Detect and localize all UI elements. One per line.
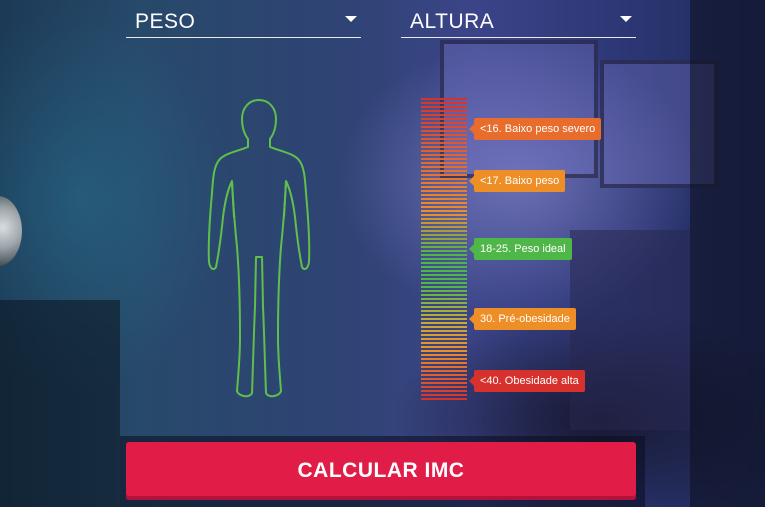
gauge-stripe bbox=[421, 302, 467, 304]
gauge-stripe bbox=[421, 386, 467, 388]
gauge-stripe bbox=[421, 390, 467, 392]
gauge-stripe bbox=[421, 278, 467, 280]
label-underweight: <17. Baixo peso bbox=[468, 170, 566, 192]
gauge-stripe bbox=[421, 198, 467, 200]
gauge-stripe bbox=[421, 298, 467, 300]
chevron-down-icon bbox=[345, 16, 357, 22]
gauge-stripe bbox=[421, 230, 467, 232]
gauge-stripe bbox=[421, 126, 467, 128]
gym-background bbox=[0, 0, 765, 507]
gauge-stripe bbox=[421, 214, 467, 216]
gauge-stripe bbox=[421, 306, 467, 308]
weight-select-value: PESO bbox=[135, 10, 196, 33]
gauge-stripe bbox=[421, 378, 467, 380]
gauge-stripe bbox=[421, 398, 467, 400]
gauge-stripe bbox=[421, 202, 467, 204]
gauge-stripe bbox=[421, 110, 467, 112]
gauge-stripe bbox=[421, 150, 467, 152]
weight-plate bbox=[0, 196, 22, 266]
gauge-stripe bbox=[421, 194, 467, 196]
gauge-stripe bbox=[421, 162, 467, 164]
gauge-stripe bbox=[421, 366, 467, 368]
gauge-stripe bbox=[421, 130, 467, 132]
gauge-stripe bbox=[421, 358, 467, 360]
gauge-stripe bbox=[421, 222, 467, 224]
gauge-stripe bbox=[421, 166, 467, 168]
gauge-stripe bbox=[421, 342, 467, 344]
gauge-stripe bbox=[421, 158, 467, 160]
gauge-stripe bbox=[421, 178, 467, 180]
gauge-stripe bbox=[421, 374, 467, 376]
gauge-stripe bbox=[421, 122, 467, 124]
gauge-stripe bbox=[421, 346, 467, 348]
gauge-stripe bbox=[421, 102, 467, 104]
gauge-stripe bbox=[421, 258, 467, 260]
chevron-down-icon bbox=[620, 16, 632, 22]
gauge-stripe bbox=[421, 98, 467, 100]
gauge-stripe bbox=[421, 182, 467, 184]
gauge-stripe bbox=[421, 314, 467, 316]
gauge-stripe bbox=[421, 238, 467, 240]
gauge-stripe bbox=[421, 330, 467, 332]
gauge-stripe bbox=[421, 246, 467, 248]
gauge-stripe bbox=[421, 114, 467, 116]
gauge-stripe bbox=[421, 270, 467, 272]
label-ideal-weight: 18-25. Peso ideal bbox=[469, 238, 572, 260]
gauge-stripe bbox=[421, 310, 467, 312]
label-severe-underweight: <16. Baixo peso severo bbox=[468, 118, 602, 140]
gauge-stripe bbox=[421, 154, 467, 156]
gauge-stripe bbox=[421, 226, 467, 228]
gauge-stripe bbox=[421, 118, 467, 120]
gauge-stripe bbox=[421, 234, 467, 236]
gauge-stripe bbox=[421, 350, 467, 352]
gauge-stripe bbox=[421, 274, 467, 276]
gauge-stripe bbox=[421, 190, 467, 192]
gauge-stripe bbox=[421, 382, 467, 384]
gauge-stripe bbox=[421, 354, 467, 356]
label-high-obesity: <40. Obesidade alta bbox=[469, 370, 585, 392]
gauge-stripe bbox=[421, 250, 467, 252]
height-select[interactable]: ALTURA bbox=[401, 6, 636, 38]
gauge-stripe bbox=[421, 146, 467, 148]
gauge-stripe bbox=[421, 254, 467, 256]
gauge-stripe bbox=[421, 106, 467, 108]
gauge-stripe bbox=[421, 370, 467, 372]
calculate-imc-button[interactable]: CALCULAR IMC bbox=[126, 442, 636, 500]
gauge-stripe bbox=[421, 170, 467, 172]
gauge-stripe bbox=[421, 266, 467, 268]
height-select-value: ALTURA bbox=[410, 10, 495, 33]
gauge-stripe bbox=[421, 334, 467, 336]
gauge-stripe bbox=[421, 294, 467, 296]
gauge-stripe bbox=[421, 206, 467, 208]
gauge-stripe bbox=[421, 290, 467, 292]
label-pre-obesity: 30. Pré-obesidade bbox=[469, 308, 576, 330]
gauge-stripe bbox=[421, 242, 467, 244]
gauge-stripe bbox=[421, 322, 467, 324]
gauge-stripe bbox=[421, 394, 467, 396]
gauge-stripe bbox=[421, 138, 467, 140]
gauge-stripe bbox=[421, 262, 467, 264]
gauge-stripe bbox=[421, 338, 467, 340]
gauge-stripe bbox=[421, 326, 467, 328]
gauge-stripe bbox=[421, 134, 467, 136]
gauge-stripe bbox=[421, 218, 467, 220]
bmi-gauge bbox=[421, 98, 467, 402]
gauge-stripe bbox=[421, 362, 467, 364]
gauge-stripe bbox=[421, 210, 467, 212]
gauge-stripe bbox=[421, 286, 467, 288]
weight-select[interactable]: PESO bbox=[126, 6, 361, 38]
gauge-stripe bbox=[421, 174, 467, 176]
gauge-stripe bbox=[421, 318, 467, 320]
human-body-icon bbox=[204, 97, 314, 406]
gauge-stripe bbox=[421, 282, 467, 284]
gauge-stripe bbox=[421, 186, 467, 188]
gauge-stripe bbox=[421, 142, 467, 144]
